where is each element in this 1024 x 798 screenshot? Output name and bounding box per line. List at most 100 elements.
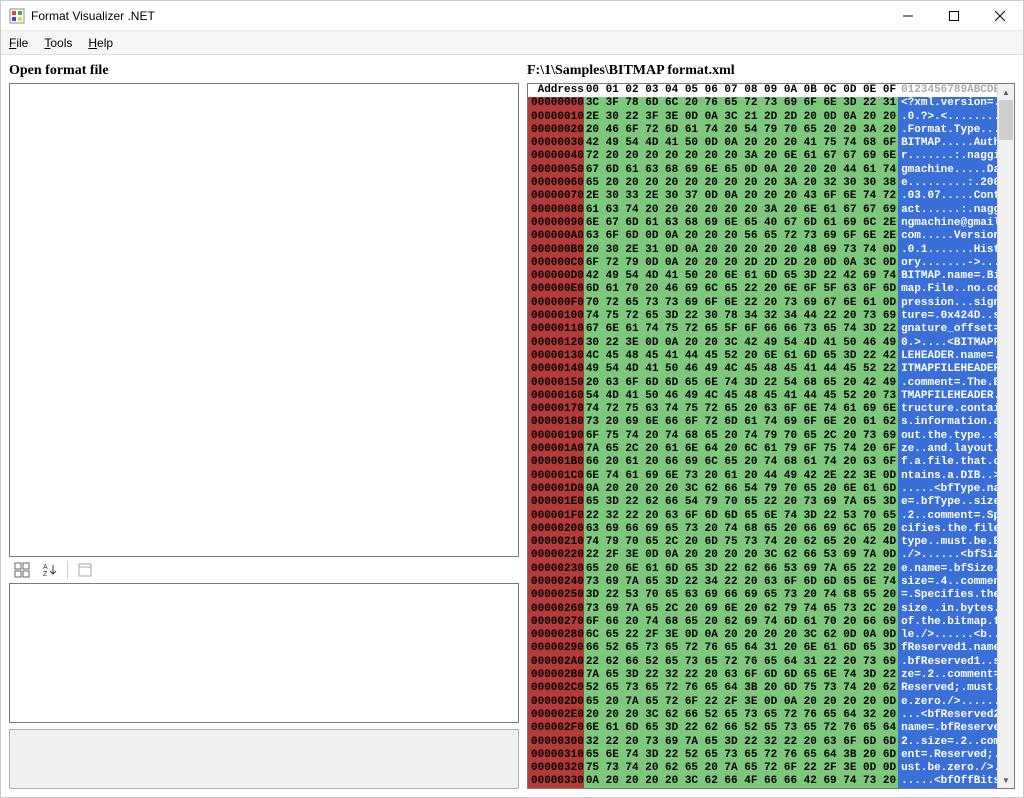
property-pages-button[interactable]	[74, 559, 96, 581]
hex-row: 0000030032 22 20 73 69 7A 65 3D 22 32 22…	[528, 736, 997, 749]
hex-ascii: map.File..no.com	[898, 283, 997, 296]
hex-bytes: 42 49 54 4D 41 50 0D 0A 20 20 20 41 75 7…	[584, 137, 898, 150]
hex-bytes: 52 65 73 65 72 76 65 64 3B 20 6D 75 73 7…	[584, 682, 898, 695]
hex-bytes: 6F 75 74 20 74 68 65 20 74 79 70 65 2C 2…	[584, 430, 898, 443]
format-tree-panel[interactable]	[9, 83, 519, 557]
hex-row: 0000006065 20 20 20 20 20 20 20 20 20 3A…	[528, 177, 997, 190]
hex-bytes: 3D 22 53 70 65 63 69 66 69 65 73 20 74 6…	[584, 589, 898, 602]
hex-row: 0000023065 20 6E 61 6D 65 3D 22 62 66 53…	[528, 563, 997, 576]
scroll-up-icon[interactable]: ▲	[998, 84, 1014, 100]
hex-row: 0000018073 20 69 6E 66 6F 72 6D 61 74 69…	[528, 416, 997, 429]
hex-address: 000000C0	[528, 257, 584, 270]
hex-bytes: 74 75 72 65 3D 22 30 78 34 32 34 44 22 2…	[584, 310, 898, 323]
hex-bytes: 42 49 54 4D 41 50 20 6E 61 6D 65 3D 22 4…	[584, 270, 898, 283]
hex-row: 000000F070 72 65 73 73 69 6F 6E 22 20 73…	[528, 297, 997, 310]
hex-scrollbar[interactable]: ▲ ▼	[997, 84, 1014, 788]
hex-address: 00000100	[528, 310, 584, 323]
hex-address: 000001E0	[528, 496, 584, 509]
hex-bytes: 72 20 20 20 20 20 20 20 3A 20 6E 61 67 6…	[584, 150, 898, 163]
hex-bytes: 4C 45 48 45 41 44 45 52 20 6E 61 6D 65 3…	[584, 350, 898, 363]
hex-row: 0000012030 22 3E 0D 0A 20 20 3C 42 49 54…	[528, 337, 997, 350]
hex-table[interactable]: Address00 01 02 03 04 05 06 07 08 09 0A …	[528, 84, 997, 788]
hex-row: 000002503D 22 53 70 65 63 69 66 69 65 73…	[528, 589, 997, 602]
left-pane: Open format file AZ	[9, 61, 519, 789]
hex-row: 0000003042 49 54 4D 41 50 0D 0A 20 20 20…	[528, 137, 997, 150]
hex-ascii: .comment=.The.BI	[898, 377, 997, 390]
hex-row: 0000016054 4D 41 50 46 49 4C 45 48 45 41…	[528, 390, 997, 403]
hex-address: 00000290	[528, 642, 584, 655]
hex-address: 00000050	[528, 164, 584, 177]
hex-ascii: r.......:.naggin	[898, 150, 997, 163]
hex-bytes: 3C 3F 78 6D 6C 20 76 65 72 73 69 6F 6E 3…	[584, 97, 898, 110]
hex-row: 0000022022 2F 3E 0D 0A 20 20 20 20 3C 62…	[528, 549, 997, 562]
hex-ascii: Reserved;.must.b	[898, 682, 997, 695]
hex-ascii: cifies.the.file.	[898, 523, 997, 536]
hex-ascii: 0123456789ABCDEF	[898, 84, 997, 97]
minimize-button[interactable]	[885, 1, 931, 31]
hex-row: 000002D065 20 7A 65 72 6F 22 2F 3E 0D 0A…	[528, 696, 997, 709]
scroll-down-icon[interactable]: ▼	[998, 772, 1014, 788]
hex-bytes: 22 2F 3E 0D 0A 20 20 20 20 3C 62 66 53 6…	[584, 549, 898, 562]
hex-row: 000000A063 6F 6D 0D 0A 20 20 20 56 65 72…	[528, 230, 997, 243]
hex-bytes: 73 69 7A 65 3D 22 34 22 20 63 6F 6D 6D 6…	[584, 576, 898, 589]
hex-bytes: 20 30 2E 31 0D 0A 20 20 20 20 20 48 69 7…	[584, 244, 898, 257]
hex-ascii: fReserved1.name=	[898, 642, 997, 655]
hex-row: 0000024073 69 7A 65 3D 22 34 22 20 63 6F…	[528, 576, 997, 589]
hex-address: 000000A0	[528, 230, 584, 243]
content-area: Open format file AZ F:\1\Samples\BITMAP …	[1, 55, 1023, 797]
hex-ascii: ture=.0x424D..si	[898, 310, 997, 323]
hex-row: 000001A07A 65 2C 20 61 6E 64 20 6C 61 79…	[528, 443, 997, 456]
hex-address: 000002B0	[528, 669, 584, 682]
hex-address: 00000090	[528, 217, 584, 230]
svg-text:A: A	[43, 564, 48, 571]
hex-address: 000001F0	[528, 510, 584, 523]
hex-bytes: 6C 65 22 2F 3E 0D 0A 20 20 20 20 3C 62 0…	[584, 629, 898, 642]
hex-row: 0000032075 73 74 20 62 65 20 7A 65 72 6F…	[528, 762, 997, 775]
hex-address: 000002C0	[528, 682, 584, 695]
hex-row: 0000004072 20 20 20 20 20 20 20 3A 20 6E…	[528, 150, 997, 163]
hex-ascii: ze=.2..comment=.	[898, 669, 997, 682]
close-button[interactable]	[977, 1, 1023, 31]
hex-ascii: BITMAP.name=.Bit	[898, 270, 997, 283]
hex-ascii: =.Specifies.the.	[898, 589, 997, 602]
hex-ascii: of.the.bitmap.fi	[898, 616, 997, 629]
hex-bytes: 73 20 69 6E 66 6F 72 6D 61 74 69 6F 6E 2…	[584, 416, 898, 429]
alphabetical-button[interactable]: AZ	[39, 559, 61, 581]
hex-ascii: size=.4..comment	[898, 576, 997, 589]
scroll-thumb[interactable]	[999, 100, 1013, 140]
hex-row: 000002F06E 61 6D 65 3D 22 62 66 52 65 73…	[528, 722, 997, 735]
hex-bytes: 6E 74 61 69 6E 73 20 61 20 44 49 42 2E 2…	[584, 470, 898, 483]
hex-address: 000000F0	[528, 297, 584, 310]
property-grid[interactable]	[9, 583, 519, 723]
hex-row: 0000026073 69 7A 65 2C 20 69 6E 20 62 79…	[528, 603, 997, 616]
hex-row: 000000C06F 72 79 0D 0A 20 20 20 2D 2D 2D…	[528, 257, 997, 270]
maximize-button[interactable]	[931, 1, 977, 31]
hex-ascii: f.a.file.that.co	[898, 456, 997, 469]
hex-row: 000002A022 62 66 52 65 73 65 72 76 65 64…	[528, 656, 997, 669]
hex-ascii: s.information.ab	[898, 416, 997, 429]
hex-address: 000001D0	[528, 483, 584, 496]
hex-bytes: 65 3D 22 62 66 54 79 70 65 22 20 73 69 7…	[584, 496, 898, 509]
hex-address: 00000310	[528, 749, 584, 762]
hex-address: 00000190	[528, 430, 584, 443]
hex-address: 00000270	[528, 616, 584, 629]
hex-address: 00000150	[528, 377, 584, 390]
menu-tools[interactable]: Tools	[44, 36, 72, 50]
hex-row: 0000010074 75 72 65 3D 22 30 78 34 32 34…	[528, 310, 997, 323]
hex-bytes: 74 79 70 65 2C 20 6D 75 73 74 20 62 65 2…	[584, 536, 898, 549]
menu-file[interactable]: File	[9, 36, 28, 50]
hex-row: 000000906E 67 6D 61 63 68 69 6E 65 40 67…	[528, 217, 997, 230]
hex-row: 0000020063 69 66 69 65 73 20 74 68 65 20…	[528, 523, 997, 536]
hex-ascii: .0.1.......Hist.	[898, 244, 997, 257]
hex-address: 00000000	[528, 97, 584, 110]
hex-address: 00000330	[528, 775, 584, 788]
hex-row: 0000017074 72 75 63 74 75 72 65 20 63 6F…	[528, 403, 997, 416]
hex-address: 00000080	[528, 204, 584, 217]
hex-bytes: 63 69 66 69 65 73 20 74 68 65 20 66 69 6…	[584, 523, 898, 536]
hex-ascii: ITMAPFILEHEADER.	[898, 363, 997, 376]
categorized-button[interactable]	[11, 559, 33, 581]
menu-help[interactable]: Help	[88, 36, 113, 50]
hex-row: 000001E065 3D 22 62 66 54 79 70 65 22 20…	[528, 496, 997, 509]
description-panel	[9, 729, 519, 789]
hex-ascii: ./>......<bfSiz.	[898, 549, 997, 562]
